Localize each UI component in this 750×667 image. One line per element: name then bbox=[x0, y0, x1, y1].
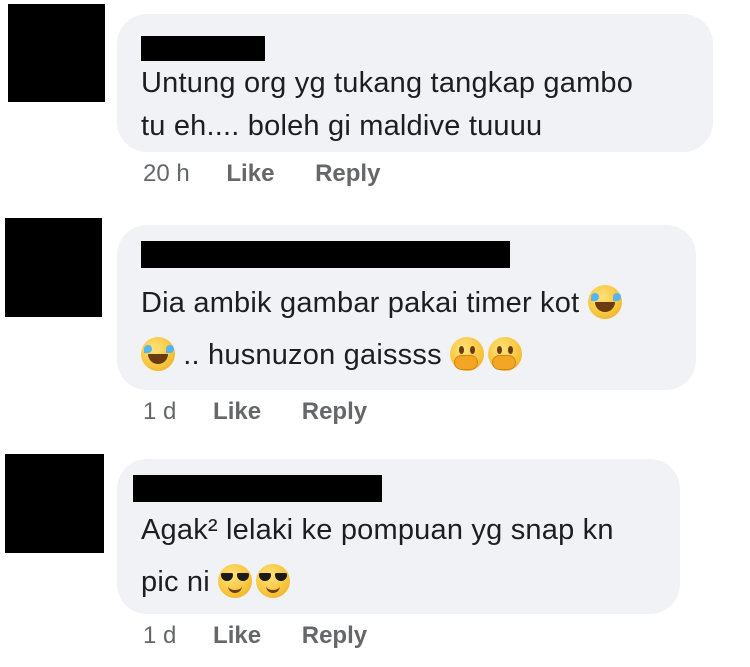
smiling-face-with-sunglasses-icon bbox=[218, 564, 253, 598]
comment-text-line: .. husnuzon gaissss bbox=[141, 329, 523, 381]
comment-text-line: pic ni bbox=[141, 556, 291, 608]
redacted-author-name[interactable] bbox=[141, 241, 510, 268]
like-button[interactable]: Like bbox=[226, 160, 274, 188]
timestamp[interactable]: 1 d bbox=[143, 398, 176, 426]
reply-button[interactable]: Reply bbox=[302, 398, 367, 426]
comment-text-line: Agak² lelaki ke pompuan yg snap kn bbox=[141, 514, 614, 546]
avatar[interactable] bbox=[5, 454, 104, 553]
face-with-hand-over-mouth-icon bbox=[450, 337, 485, 371]
timestamp[interactable]: 20 h bbox=[143, 160, 190, 188]
timestamp[interactable]: 1 d bbox=[143, 622, 176, 650]
comment-text-line: Dia ambik gambar pakai timer kot bbox=[141, 277, 622, 329]
comment-actions: 1 d Like Reply bbox=[143, 622, 367, 650]
smiling-face-with-sunglasses-icon bbox=[256, 564, 291, 598]
avatar[interactable] bbox=[8, 4, 105, 102]
redacted-author-name[interactable] bbox=[133, 475, 382, 502]
face-with-hand-over-mouth-icon bbox=[488, 337, 523, 371]
like-button[interactable]: Like bbox=[213, 398, 261, 426]
rolling-on-floor-laughing-icon bbox=[141, 337, 175, 371]
comment-actions: 1 d Like Reply bbox=[143, 398, 367, 426]
reply-button[interactable]: Reply bbox=[315, 160, 380, 188]
comment-text-line: tu eh.... boleh gi maldive tuuuu bbox=[141, 110, 543, 142]
avatar[interactable] bbox=[5, 218, 102, 317]
reply-button[interactable]: Reply bbox=[302, 622, 367, 650]
comment-actions: 20 h Like Reply bbox=[143, 160, 380, 188]
rolling-on-floor-laughing-icon bbox=[587, 285, 622, 319]
like-button[interactable]: Like bbox=[213, 622, 261, 650]
